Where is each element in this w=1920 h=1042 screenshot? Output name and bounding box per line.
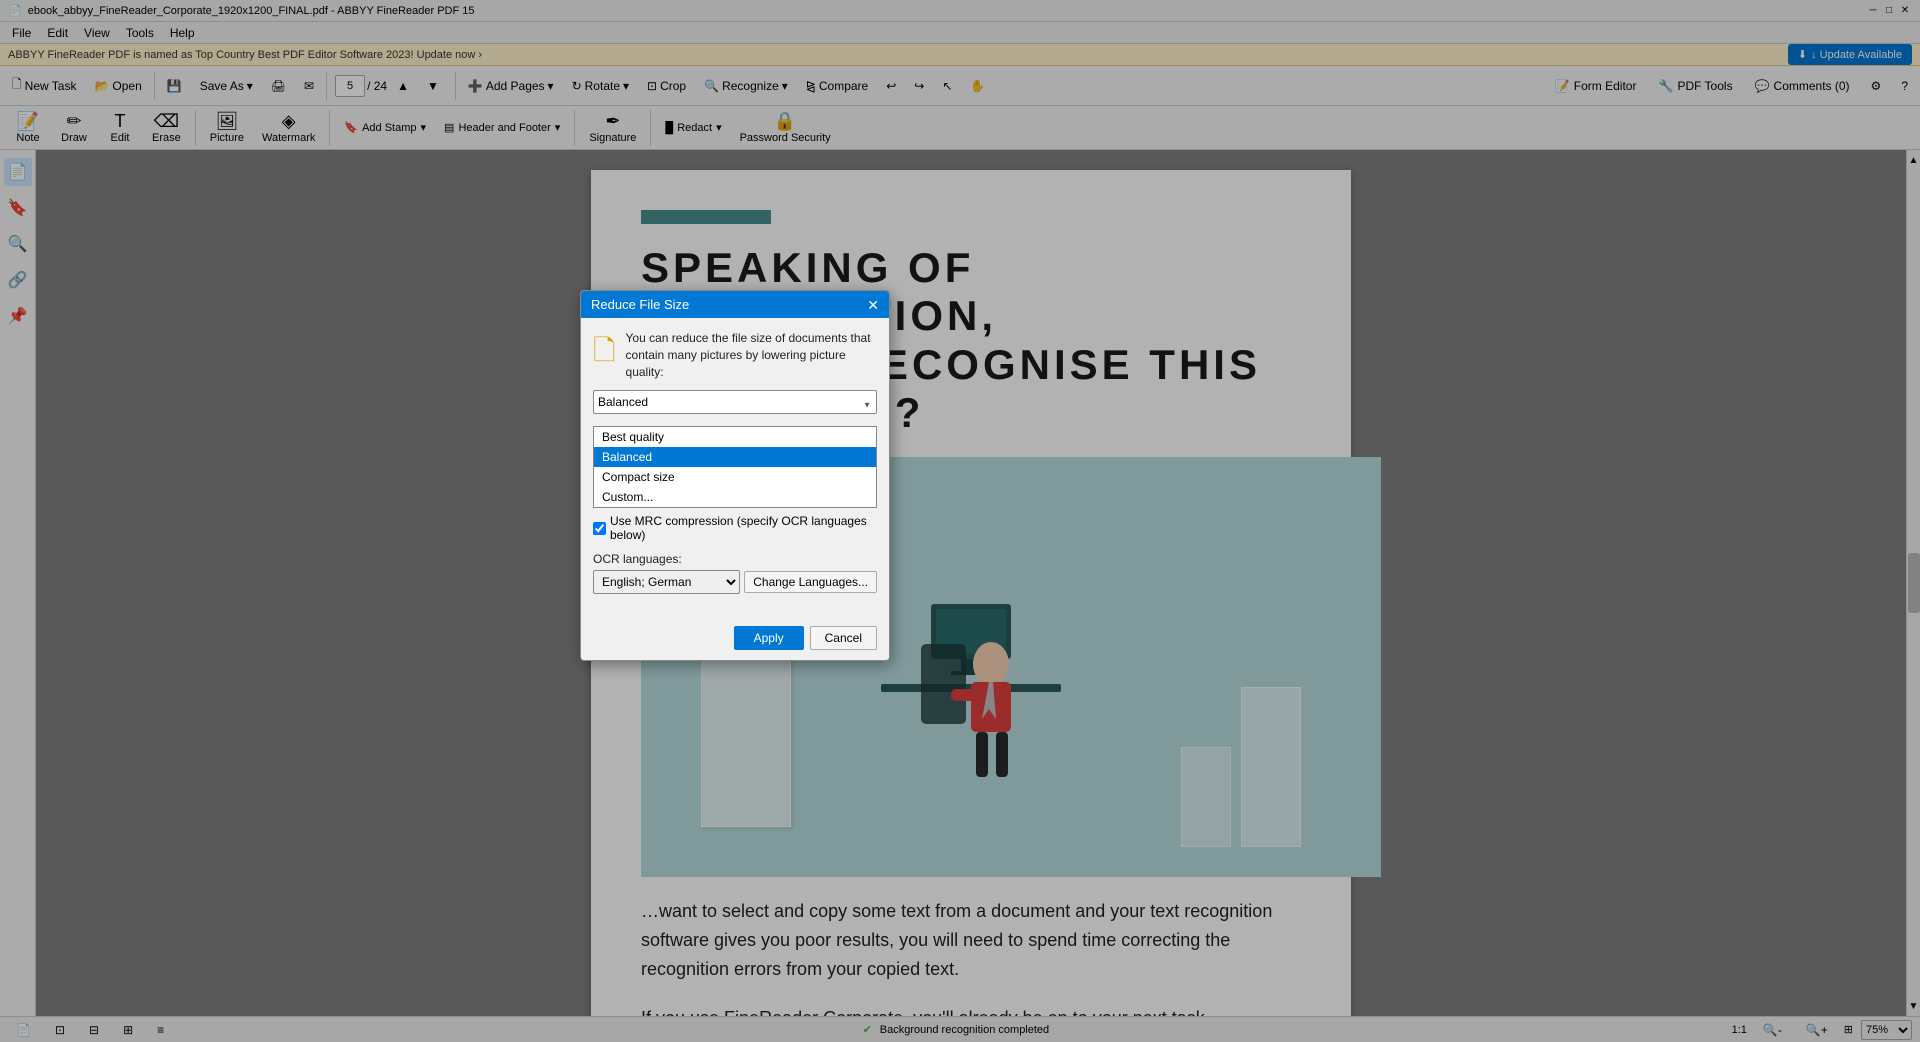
quality-dropdown-wrapper: Best quality Balanced Compact size Custo…	[593, 390, 877, 420]
modal-overlay: Reduce File Size ✕ 🗋 You can reduce the …	[0, 0, 1920, 1042]
ocr-languages-label: OCR languages:	[593, 552, 877, 566]
ocr-languages-row: English; German Change Languages...	[593, 570, 877, 594]
modal-footer: Apply Cancel	[581, 618, 889, 660]
modal-description-row: 🗋 You can reduce the file size of docume…	[593, 330, 877, 380]
option-best-quality[interactable]: Best quality	[594, 427, 876, 447]
modal-body: 🗋 You can reduce the file size of docume…	[581, 318, 889, 618]
modal-description-text: You can reduce the file size of document…	[626, 330, 877, 380]
change-languages-button[interactable]: Change Languages...	[744, 571, 877, 593]
modal-close-button[interactable]: ✕	[867, 298, 879, 312]
quality-dropdown-list: Best quality Balanced Compact size Custo…	[593, 426, 877, 508]
cancel-button[interactable]: Cancel	[810, 626, 877, 650]
reduce-file-size-dialog: Reduce File Size ✕ 🗋 You can reduce the …	[580, 290, 890, 661]
mrc-compression-row: Use MRC compression (specify OCR languag…	[593, 514, 877, 542]
modal-info-icon: 🗋	[593, 330, 616, 380]
option-custom[interactable]: Custom...	[594, 487, 876, 507]
option-balanced[interactable]: Balanced	[594, 447, 876, 467]
mrc-compression-checkbox[interactable]	[593, 522, 606, 535]
mrc-compression-label: Use MRC compression (specify OCR languag…	[610, 514, 877, 542]
modal-title: Reduce File Size	[591, 297, 689, 312]
modal-header: Reduce File Size ✕	[581, 291, 889, 318]
option-compact-size[interactable]: Compact size	[594, 467, 876, 487]
ocr-languages-select[interactable]: English; German	[593, 570, 740, 594]
quality-dropdown[interactable]: Best quality Balanced Compact size Custo…	[593, 390, 877, 414]
apply-button[interactable]: Apply	[734, 626, 804, 650]
